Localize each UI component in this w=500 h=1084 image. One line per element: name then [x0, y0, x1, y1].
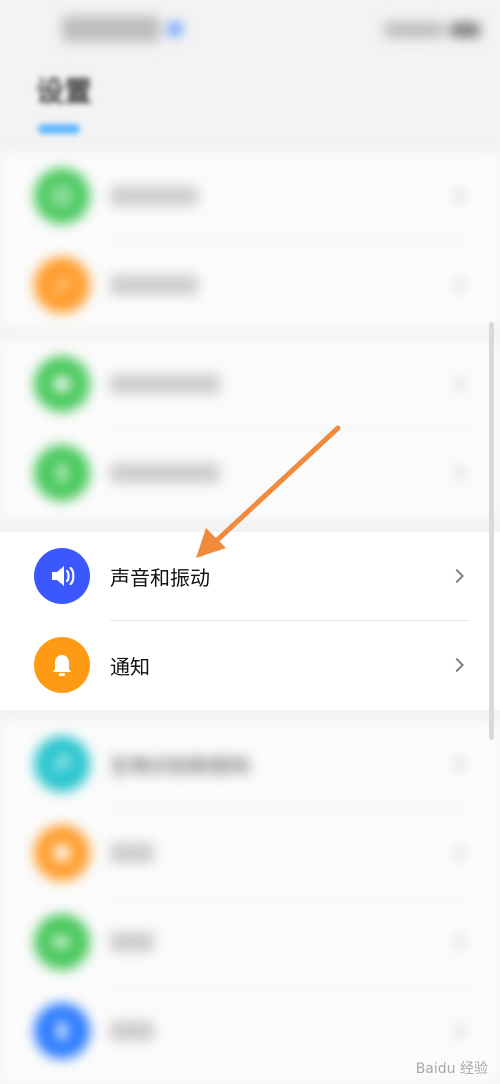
- settings-item-biometrics[interactable]: 生物识别和密码: [0, 720, 500, 809]
- settings-item-placeholder[interactable]: [0, 898, 500, 987]
- item-label-placeholder: [110, 1021, 154, 1041]
- chevron-right-icon: [455, 845, 464, 861]
- chevron-right-icon: [455, 756, 464, 772]
- settings-item-notifications[interactable]: 通知: [0, 621, 500, 710]
- settings-group-sound-notify: 声音和振动 通知: [0, 532, 500, 710]
- notification-dot-icon: [168, 22, 182, 36]
- status-info-icons: [384, 22, 444, 38]
- chevron-right-icon: [455, 376, 464, 392]
- item-label-placeholder: [110, 275, 198, 295]
- key-icon: [34, 736, 90, 792]
- settings-item-placeholder[interactable]: [0, 809, 500, 898]
- carrier-icons: [62, 16, 160, 42]
- chevron-right-icon: [455, 1023, 464, 1039]
- settings-item-placeholder[interactable]: [0, 429, 500, 518]
- settings-item-placeholder[interactable]: [0, 152, 500, 241]
- settings-item-placeholder[interactable]: [0, 241, 500, 330]
- chevron-right-icon: [455, 465, 464, 481]
- item-label-placeholder: [110, 374, 220, 394]
- settings-item-sound-vibration[interactable]: 声音和振动: [0, 532, 500, 621]
- item-label-placeholder: [110, 186, 198, 206]
- page-title: 设置: [36, 75, 93, 108]
- item-label-placeholder: [110, 463, 220, 483]
- storage-icon: [34, 1003, 90, 1059]
- chevron-right-icon: [455, 568, 464, 584]
- watermark: Baidu 经验: [415, 1061, 488, 1077]
- battery-icon: [34, 914, 90, 970]
- settings-group-1: [0, 152, 500, 328]
- item-label-placeholder: [110, 843, 154, 863]
- settings-group-2: [0, 340, 500, 518]
- chevron-right-icon: [455, 934, 464, 950]
- scrollbar[interactable]: [489, 322, 494, 740]
- settings-item-placeholder[interactable]: [0, 340, 500, 429]
- status-bar: [0, 0, 500, 62]
- title-accent: [38, 124, 80, 134]
- apps-icon: [34, 825, 90, 881]
- bell-icon: [34, 637, 90, 693]
- battery-status-icon: [450, 23, 480, 37]
- speaker-icon: [34, 548, 90, 604]
- notifications-label: 通知: [110, 655, 150, 679]
- phone-icon: [34, 168, 90, 224]
- biometrics-label: 生物识别和密码: [110, 754, 250, 778]
- chevron-right-icon: [455, 188, 464, 204]
- chevron-right-icon: [455, 277, 464, 293]
- link-icon: [34, 257, 90, 313]
- item-label-placeholder: [110, 932, 154, 952]
- wallpaper-icon: [34, 356, 90, 412]
- sound-vibration-label: 声音和振动: [110, 566, 210, 590]
- display-icon: [34, 445, 90, 501]
- chevron-right-icon: [455, 657, 464, 673]
- settings-group-4: 生物识别和密码: [0, 720, 500, 1084]
